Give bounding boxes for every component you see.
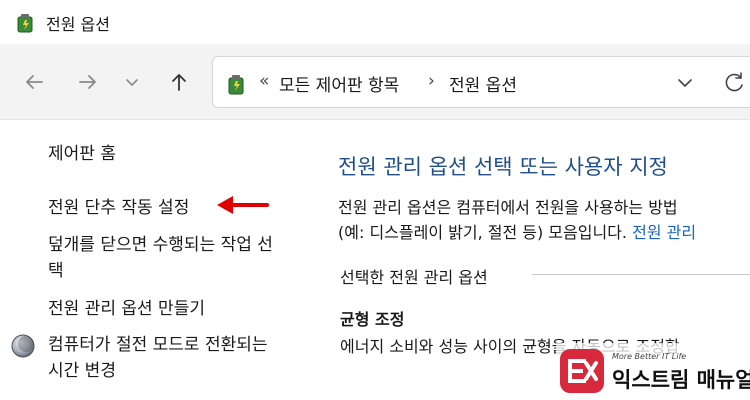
site-watermark: More Better IT Life 익스트림 매뉴얼 <box>556 343 750 400</box>
window-title: 전원 옵션 <box>46 15 110 34</box>
arrow-right-icon <box>77 71 99 93</box>
breadcrumb-power-options[interactable]: 전원 옵션 <box>449 71 517 96</box>
plan-name-balanced[interactable]: 균형 조정 <box>340 306 404 330</box>
address-bar[interactable]: « 모든 제어판 항목 › 전원 옵션 <box>212 56 750 108</box>
breadcrumb-all-control-panel-items[interactable]: 모든 제어판 항목 <box>279 71 399 96</box>
up-button[interactable] <box>165 68 193 96</box>
breadcrumb-separator[interactable]: › <box>428 71 435 91</box>
recent-locations-button[interactable] <box>118 68 146 96</box>
forward-button[interactable] <box>74 68 102 96</box>
page-description-line2: (예: 디스플레이 밝기, 절전 등) 모음입니다. 전원 관리 <box>338 219 696 243</box>
sidebar-item-lid-close-action[interactable]: 덮개를 닫으면 수행되는 작업 선택 <box>48 232 288 284</box>
page-title: 전원 관리 옵션 선택 또는 사용자 지정 <box>338 155 668 179</box>
arrow-left-icon <box>23 71 45 93</box>
sidebar-item-create-power-plan[interactable]: 전원 관리 옵션 만들기 <box>48 296 205 322</box>
chevron-down-icon <box>673 79 697 99</box>
page-description-text: (예: 디스플레이 밝기, 절전 등) 모음입니다. <box>338 223 633 242</box>
window-titlebar: 전원 옵션 <box>0 0 750 44</box>
watermark-tagline: More Better IT Life <box>612 352 687 361</box>
brand-logo-icon <box>560 349 604 393</box>
moon-sleep-icon <box>10 333 36 359</box>
sidebar-item-power-button-settings[interactable]: 전원 단추 작동 설정 <box>48 195 189 221</box>
navigation-bar: « 모든 제어판 항목 › 전원 옵션 <box>0 44 750 120</box>
power-options-battery-icon <box>13 10 37 34</box>
sidebar: 제어판 홈 전원 단추 작동 설정 덮개를 닫으면 수행되는 작업 선택 전원 … <box>0 121 300 400</box>
breadcrumb-overflow[interactable]: « <box>259 71 269 91</box>
red-arrow-annotation <box>215 193 269 217</box>
selected-plan-section-label: 선택한 전원 관리 옵션 <box>340 268 488 287</box>
sidebar-item-control-panel-home[interactable]: 제어판 홈 <box>48 141 116 167</box>
page-description-line1: 전원 관리 옵션은 컴퓨터에서 전원을 사용하는 방법 <box>338 198 678 217</box>
sidebar-item-sleep-time[interactable]: 컴퓨터가 절전 모드로 전환되는 시간 변경 <box>48 332 288 384</box>
chevron-down-icon <box>123 73 141 91</box>
address-dropdown-button[interactable] <box>673 71 697 95</box>
section-divider <box>532 274 750 275</box>
power-plans-info-link[interactable]: 전원 관리 <box>632 223 696 242</box>
refresh-button[interactable] <box>723 71 747 95</box>
back-button[interactable] <box>20 68 48 96</box>
power-options-battery-icon <box>223 70 249 96</box>
arrow-up-icon <box>168 71 190 93</box>
watermark-name: 익스트림 매뉴얼 <box>612 368 750 392</box>
refresh-icon <box>723 72 747 99</box>
